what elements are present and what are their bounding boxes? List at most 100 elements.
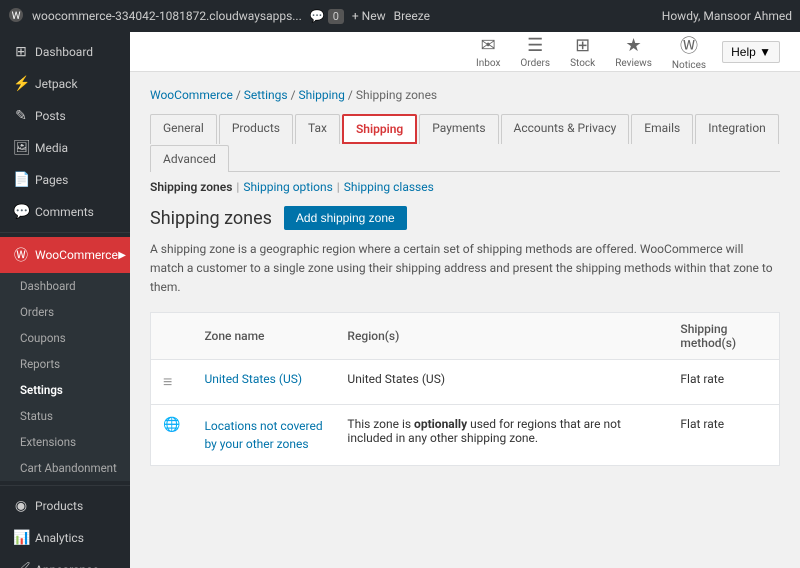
submenu-label-settings: Settings bbox=[20, 383, 63, 397]
divider-1 bbox=[0, 232, 130, 233]
toolbar-icon-notices[interactable]: Ⓦ Notices bbox=[672, 32, 706, 71]
submenu-item-dashboard[interactable]: Dashboard bbox=[0, 273, 130, 299]
pages-icon: 📄 bbox=[13, 172, 29, 188]
submenu-label-dashboard: Dashboard bbox=[20, 279, 76, 293]
woocommerce-arrow: ▶ bbox=[118, 250, 126, 261]
breadcrumb-settings[interactable]: Settings bbox=[244, 88, 288, 102]
sidebar-item-analytics[interactable]: 📊 Analytics bbox=[0, 522, 130, 554]
zone-link-us[interactable]: United States (US) bbox=[204, 372, 302, 386]
breadcrumb-woocommerce[interactable]: WooCommerce bbox=[150, 88, 233, 102]
comments-menu-icon: 💬 bbox=[13, 204, 29, 220]
sidebar-item-dashboard[interactable]: ⊞ Dashboard bbox=[0, 36, 130, 68]
breeze-plugin[interactable]: Breeze bbox=[394, 9, 430, 23]
submenu-item-orders[interactable]: Orders bbox=[0, 299, 130, 325]
zone-regions-us: United States (US) bbox=[335, 359, 668, 404]
sidebar-item-pages[interactable]: 📄 Pages bbox=[0, 164, 130, 196]
submenu-label-cart: Cart Abandonment bbox=[20, 461, 117, 475]
sidebar-label-media: Media bbox=[35, 141, 68, 155]
breadcrumb-sep-1: / bbox=[236, 88, 244, 102]
woocommerce-icon: Ⓦ bbox=[13, 245, 29, 265]
toolbar-icon-inbox[interactable]: ✉ Inbox bbox=[476, 35, 500, 69]
notices-icon: Ⓦ bbox=[680, 32, 698, 58]
jetpack-icon: ⚡ bbox=[13, 76, 29, 92]
submenu-item-extensions[interactable]: Extensions bbox=[0, 429, 130, 455]
products-icon: ◉ bbox=[13, 498, 29, 514]
toolbar-icons: ✉ Inbox ☰ Orders ⊞ Stock ★ Reviews Ⓦ N bbox=[476, 32, 706, 71]
reviews-label: Reviews bbox=[615, 58, 652, 69]
table-header-row: Zone name Region(s) Shipping method(s) bbox=[151, 312, 780, 359]
sidebar-item-jetpack[interactable]: ⚡ Jetpack bbox=[0, 68, 130, 100]
subnav-sep-1: | bbox=[236, 180, 239, 194]
sidebar-label-jetpack: Jetpack bbox=[35, 77, 78, 91]
tab-integration[interactable]: Integration bbox=[695, 114, 779, 144]
howdy-user[interactable]: Howdy, Mansoor Ahmed bbox=[662, 9, 792, 23]
tab-emails[interactable]: Emails bbox=[631, 114, 693, 144]
tab-general[interactable]: General bbox=[150, 114, 217, 144]
row-handle-us: ≡ bbox=[151, 359, 193, 404]
breadcrumb-shipping[interactable]: Shipping bbox=[299, 88, 345, 102]
notices-label: Notices bbox=[672, 60, 706, 71]
toolbar-icon-reviews[interactable]: ★ Reviews bbox=[615, 35, 652, 69]
orders-icon: ☰ bbox=[527, 35, 543, 56]
subnav-shipping-zones[interactable]: Shipping zones bbox=[150, 180, 232, 194]
reviews-icon: ★ bbox=[625, 35, 641, 56]
breadcrumb-current: Shipping zones bbox=[356, 88, 437, 102]
tab-tax[interactable]: Tax bbox=[295, 114, 340, 144]
sidebar-label-products: Products bbox=[35, 499, 83, 513]
tab-shipping[interactable]: Shipping bbox=[342, 114, 417, 144]
wp-wrap: ⊞ Dashboard ⚡ Jetpack ✎ Posts 🖼 Media 📄 … bbox=[0, 32, 800, 568]
breadcrumb-sep-3: / bbox=[348, 88, 356, 102]
tab-products[interactable]: Products bbox=[219, 114, 293, 144]
submenu-item-status[interactable]: Status bbox=[0, 403, 130, 429]
regions-bold: optionally bbox=[414, 417, 467, 431]
shipping-zones-table: Zone name Region(s) Shipping method(s) ≡… bbox=[150, 312, 780, 466]
zone-regions-other: This zone is optionally used for regions… bbox=[335, 404, 668, 465]
submenu-item-settings[interactable]: Settings bbox=[0, 377, 130, 403]
sidebar-item-appearance[interactable]: 🖌 Appearance bbox=[0, 554, 130, 568]
row-icon-other: 🌐 bbox=[151, 404, 193, 465]
help-button[interactable]: Help ▼ bbox=[722, 41, 780, 63]
sidebar-item-comments[interactable]: 💬 Comments bbox=[0, 196, 130, 228]
subnav-shipping-classes[interactable]: Shipping classes bbox=[344, 180, 434, 194]
sidebar-label-posts: Posts bbox=[35, 109, 66, 123]
toolbar-icon-stock[interactable]: ⊞ Stock bbox=[570, 35, 595, 69]
adminbar-right: Howdy, Mansoor Ahmed bbox=[662, 9, 792, 23]
sub-nav: Shipping zones | Shipping options | Ship… bbox=[150, 180, 780, 194]
appearance-icon: 🖌 bbox=[13, 562, 29, 568]
site-icon: W bbox=[8, 7, 24, 26]
subnav-sep-2: | bbox=[337, 180, 340, 194]
posts-icon: ✎ bbox=[13, 108, 29, 124]
col-handle bbox=[151, 312, 193, 359]
stock-icon: ⊞ bbox=[575, 35, 590, 56]
table-row: ≡ United States (US) United States (US) … bbox=[151, 359, 780, 404]
regions-prefix: This zone is bbox=[347, 417, 414, 431]
drag-handle-icon: ≡ bbox=[163, 372, 172, 391]
sidebar-item-woocommerce[interactable]: Ⓦ WooCommerce ▶ bbox=[0, 237, 130, 273]
orders-label: Orders bbox=[520, 58, 550, 69]
zone-name-other: Locations not covered by your other zone… bbox=[192, 404, 335, 465]
subnav-shipping-options[interactable]: Shipping options bbox=[243, 180, 332, 194]
add-shipping-zone-button[interactable]: Add shipping zone bbox=[284, 206, 407, 230]
sidebar-label-woocommerce: WooCommerce bbox=[35, 248, 118, 262]
submenu-woocommerce: Dashboard Orders Coupons Reports Setting… bbox=[0, 273, 130, 481]
tab-payments[interactable]: Payments bbox=[419, 114, 498, 144]
sidebar-item-products[interactable]: ◉ Products bbox=[0, 490, 130, 522]
submenu-item-coupons[interactable]: Coupons bbox=[0, 325, 130, 351]
tab-accounts-privacy[interactable]: Accounts & Privacy bbox=[501, 114, 630, 144]
sidebar-item-posts[interactable]: ✎ Posts bbox=[0, 100, 130, 132]
tab-advanced[interactable]: Advanced bbox=[150, 145, 229, 172]
comments-icon[interactable]: 💬 0 bbox=[310, 9, 344, 23]
submenu-label-orders: Orders bbox=[20, 305, 54, 319]
section-heading: Shipping zones Add shipping zone bbox=[150, 206, 780, 230]
sidebar-item-media[interactable]: 🖼 Media bbox=[0, 132, 130, 164]
submenu-item-cart[interactable]: Cart Abandonment bbox=[0, 455, 130, 481]
breadcrumb-sep-2: / bbox=[291, 88, 299, 102]
nav-tabs: General Products Tax Shipping Payments A… bbox=[150, 114, 780, 172]
submenu-item-reports[interactable]: Reports bbox=[0, 351, 130, 377]
zone-link-other[interactable]: Locations not covered by your other zone… bbox=[204, 417, 323, 453]
new-button[interactable]: + New bbox=[352, 9, 386, 23]
toolbar-icon-orders[interactable]: ☰ Orders bbox=[520, 35, 550, 69]
site-name[interactable]: woocommerce-334042-1081872.cloudwaysapps… bbox=[32, 9, 302, 23]
zone-methods-us: Flat rate bbox=[668, 359, 779, 404]
col-methods: Shipping method(s) bbox=[668, 312, 779, 359]
